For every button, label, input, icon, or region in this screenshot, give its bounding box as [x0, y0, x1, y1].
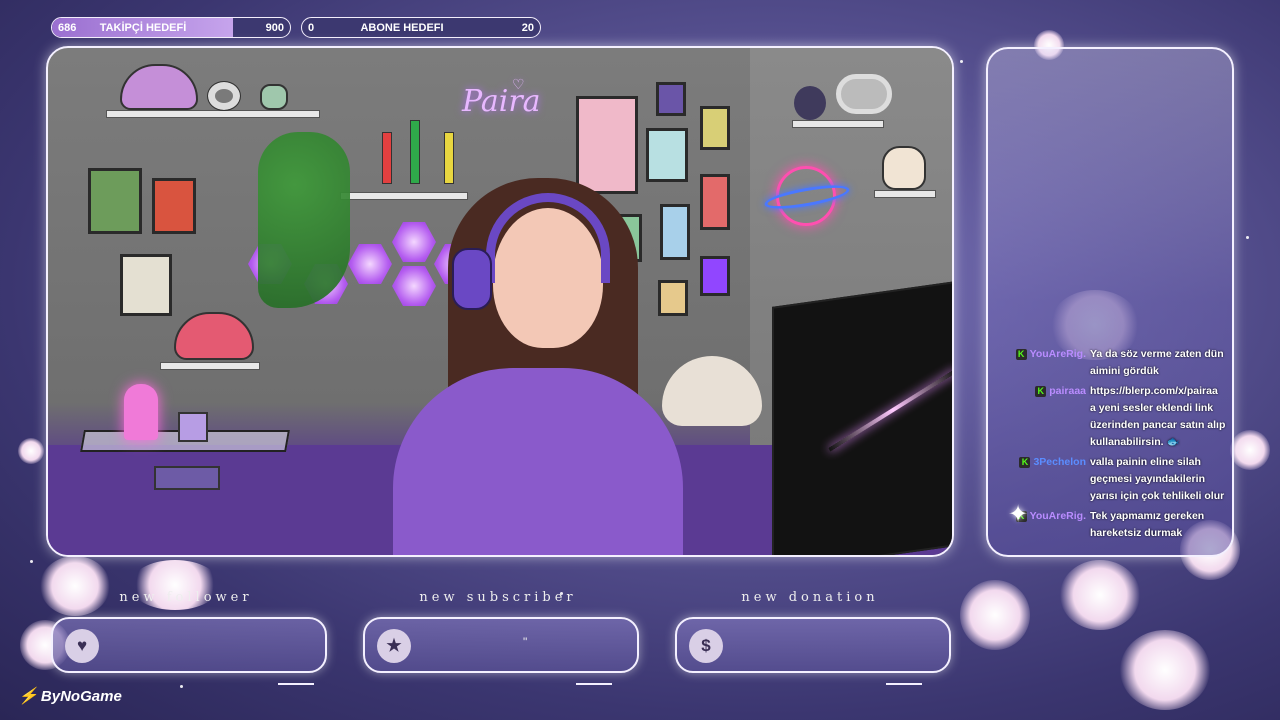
- background-star: [30, 560, 33, 563]
- kick-badge-icon: K: [1019, 457, 1031, 468]
- alert-divider: [576, 683, 612, 685]
- chat-username[interactable]: YouAreRig.: [1030, 508, 1086, 525]
- neon-name-sign: Paira: [462, 84, 541, 119]
- chat-username[interactable]: pairaaa: [1049, 383, 1086, 400]
- wall-picture: [700, 174, 730, 230]
- kick-badge-icon: K: [1015, 349, 1027, 360]
- hex-light: [392, 222, 436, 262]
- vase-decor: [120, 64, 198, 110]
- heart-icon: ♥: [65, 629, 99, 663]
- octopus-plush: [174, 312, 254, 360]
- books: [154, 466, 220, 490]
- chat-username[interactable]: YouAreRig.: [1030, 346, 1086, 363]
- monitor: [772, 281, 952, 555]
- dollar-icon: $: [689, 629, 723, 663]
- brand-logo-icon: ⚡: [18, 688, 38, 705]
- wall-picture: [700, 106, 730, 150]
- follower-goal-bar: 686 TAKİPÇİ HEDEFİ 900: [51, 17, 291, 38]
- headphone-ear-left: [452, 248, 492, 310]
- chat-username[interactable]: 3Pechelon: [1033, 454, 1086, 471]
- octopus-shelf: [160, 362, 260, 370]
- wall-picture: [576, 96, 638, 194]
- chat-message: K YouAreRig. Tek yapmamız gereken hareket…: [996, 508, 1226, 542]
- follower-alert-title: new follower: [119, 590, 253, 605]
- wall-picture: [658, 280, 688, 316]
- candle-red: [382, 132, 392, 184]
- cherry-blossom: [1230, 430, 1270, 470]
- chat-panel: K YouAreRig. Ya da söz verme zaten dün ai…: [986, 47, 1234, 557]
- cloud-mirror: [836, 74, 892, 114]
- follower-alert-box: ♥: [51, 617, 327, 673]
- star-icon: ★: [377, 629, 411, 663]
- candle-yellow: [444, 132, 454, 184]
- cherry-blossom: [1120, 630, 1210, 710]
- subscriber-alert-box: ★ ": [363, 617, 639, 673]
- wall-picture: [88, 168, 142, 234]
- wall-picture: [656, 82, 686, 116]
- brand-watermark: ⚡ ByNoGame: [18, 686, 122, 706]
- subscriber-goal-title: ABONE HEDEFI: [360, 21, 444, 34]
- donation-alert-box: $: [675, 617, 951, 673]
- kick-badge-icon: K: [1035, 386, 1047, 397]
- chat-text: valla painin eline silah geçmesi yayında…: [1090, 456, 1225, 502]
- cat-plush: [882, 146, 926, 190]
- background-star: [180, 685, 183, 688]
- chat-message: K 3Pechelon valla painin eline silah geçm…: [996, 454, 1226, 505]
- hex-light: [348, 244, 392, 284]
- chat-text: Tek yapmamız gereken hareketsiz durmak: [1090, 510, 1205, 539]
- mug: [178, 412, 208, 442]
- chat-message: K YouAreRig. Ya da söz verme zaten dün ai…: [996, 346, 1226, 380]
- alert-divider: [278, 683, 314, 685]
- twitch-picture: [700, 256, 730, 296]
- streamer-body: [393, 368, 683, 555]
- candle-green: [410, 120, 420, 184]
- sparkle-icon: ✦: [1008, 501, 1029, 528]
- wall-picture: [120, 254, 172, 316]
- subscriber-goal-bar: 0 ABONE HEDEFI 20: [301, 17, 541, 38]
- wall-picture: [152, 178, 196, 234]
- wall-picture: [646, 128, 688, 182]
- stack-decor: [260, 84, 288, 110]
- wall-picture: [660, 204, 690, 260]
- donation-alert-title: new donation: [741, 590, 879, 605]
- cherry-blossom: [960, 580, 1030, 650]
- brand-name: ByNoGame: [40, 687, 122, 705]
- penguin-plush: [794, 86, 826, 120]
- chat-text: https://blerp.com/x/pairaa a yeni sesler…: [1090, 385, 1226, 448]
- chat-message: Kpairaaa https://blerp.com/x/pairaa a ye…: [996, 383, 1226, 451]
- cherry-blossom: [40, 556, 110, 616]
- chat-message-list: K YouAreRig. Ya da söz verme zaten dün ai…: [996, 346, 1226, 545]
- subscriber-alert-value: ": [523, 635, 528, 649]
- alert-divider: [886, 683, 922, 685]
- follower-goal-title: TAKİPÇİ HEDEFİ: [99, 21, 187, 34]
- pink-lamp: [124, 384, 158, 440]
- background-star: [960, 60, 963, 63]
- wall-shelf: [106, 110, 320, 118]
- cherry-blossom: [18, 438, 44, 464]
- ring-decor: [207, 81, 241, 111]
- stream-camera-frame: Paira ♡: [46, 46, 954, 557]
- chat-text: Ya da söz verme zaten dün aimini gördük: [1090, 348, 1224, 377]
- hanging-plant: [258, 132, 350, 308]
- right-shelf: [874, 190, 936, 198]
- right-shelf: [792, 120, 884, 128]
- stool: [662, 356, 762, 426]
- neon-heart-icon: ♡: [512, 76, 525, 92]
- subscriber-goal-target: 20: [521, 21, 534, 34]
- subscriber-alert-title: new subscriber: [419, 590, 577, 605]
- follower-goal-target: 900: [265, 21, 284, 34]
- cherry-blossom: [1060, 560, 1140, 630]
- background-star: [1246, 236, 1249, 239]
- hex-light: [392, 266, 436, 306]
- candle-shelf: [340, 192, 468, 200]
